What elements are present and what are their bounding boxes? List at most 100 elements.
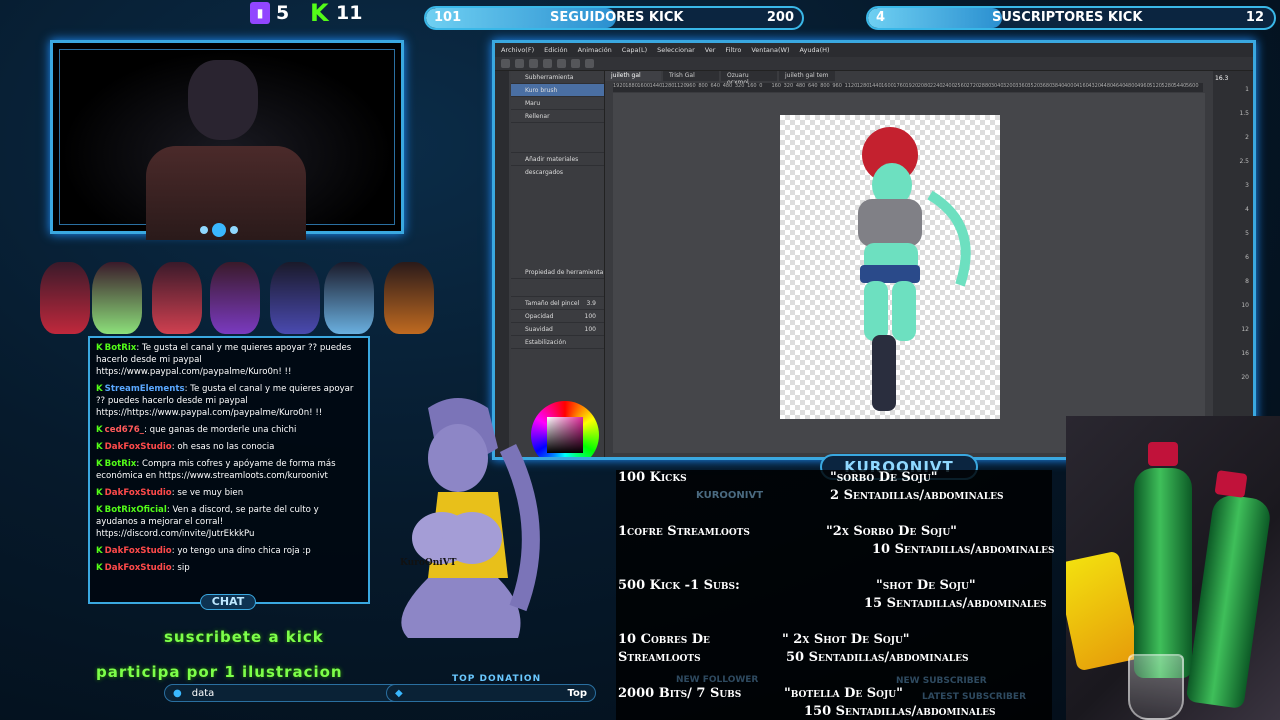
select-icon[interactable] [571, 59, 580, 68]
followers-goal-bar: 101 SEGUIDORES KICK 200 [424, 6, 804, 30]
smoothing-row[interactable]: Suavidad 100 [511, 323, 604, 336]
document-tab[interactable]: Ozuaru ocxmol [721, 71, 777, 86]
brush-item[interactable]: Rellenar [511, 110, 604, 123]
menu-item[interactable]: Ayuda(H) [800, 46, 830, 54]
menu-item[interactable]: Animación [578, 46, 612, 54]
zoom-tick[interactable]: 6 [1213, 254, 1253, 278]
mascot-light-blue [324, 262, 374, 334]
goal-trigger: 500 Kick -1 Subs: [618, 578, 740, 593]
opacity-row[interactable]: Opacidad 100 [511, 310, 604, 323]
dot [212, 223, 226, 237]
ruler-tick: 2880 [978, 83, 992, 89]
chat-message: K DakFoxStudio: oh esas no las conocia [96, 441, 362, 453]
zoom-tick[interactable]: 5 [1213, 230, 1253, 254]
smoothing-value[interactable]: 100 [585, 323, 596, 335]
channel-name-watermark: KUROONIVT [696, 490, 764, 501]
toolbar [495, 57, 1253, 71]
webcam-feed [59, 49, 395, 240]
brush-item[interactable]: Maru [511, 97, 604, 110]
save-icon[interactable] [529, 59, 538, 68]
zoom-tick[interactable]: 1 [1213, 86, 1253, 110]
stabilization-label: Estabilización [511, 336, 604, 349]
chat-username[interactable]: DakFoxStudio [105, 442, 172, 452]
zoom-tick[interactable]: 10 [1213, 302, 1253, 326]
chat-text: : oh esas no las conocia [171, 442, 275, 452]
kick-icon: K [310, 0, 329, 27]
zoom-tick[interactable]: 20 [1213, 374, 1253, 398]
kick-badge-icon: K [96, 488, 103, 498]
top-donation-label: TOP DONATION [452, 674, 542, 684]
zoom-tick[interactable]: 16 [1213, 350, 1253, 374]
undo-icon[interactable] [543, 59, 552, 68]
ruler-tick: 2560 [954, 83, 967, 89]
soju-bottle [1134, 468, 1192, 678]
chat-username[interactable]: ced676_ [105, 425, 144, 435]
zoom-navigator[interactable]: 16.3 1 1.5 2 2.5 3 4 5 6 8 10 12 16 20 [1213, 71, 1253, 457]
ruler-tick: 2720 [966, 83, 980, 89]
ruler-tick: 4320 [1088, 83, 1102, 89]
zoom-tick[interactable]: 4 [1213, 206, 1253, 230]
redo-icon[interactable] [557, 59, 566, 68]
new-icon[interactable] [501, 59, 510, 68]
menu-item[interactable]: Capa(L) [622, 46, 647, 54]
menu-item[interactable]: Edición [544, 46, 568, 54]
shot-glass [1128, 654, 1184, 720]
ruler-tick: 3040 [990, 83, 1004, 89]
color-picker-square[interactable] [547, 417, 583, 453]
goal-reward: "2x Sorbo De Soju" [826, 524, 957, 539]
ruler-tick: 4960 [1137, 83, 1150, 89]
chat-title: CHAT [200, 594, 256, 610]
goal-exercise: 50 Sentadillas/abdominales [786, 650, 969, 665]
promo-line-1: suscribete a kick [164, 628, 324, 646]
zoom-value[interactable]: 16.3 [1213, 71, 1253, 86]
chat-username[interactable]: BotRix [105, 459, 137, 469]
zoom-tick[interactable]: 8 [1213, 278, 1253, 302]
zoom-tick[interactable]: 2.5 [1213, 158, 1253, 182]
ruler-tick: 3680 [1039, 83, 1053, 89]
chat-username[interactable]: DakFoxStudio [105, 488, 172, 498]
snack-bag [1066, 550, 1141, 672]
dot [230, 226, 238, 234]
chat-username[interactable]: BotRixOficial [105, 505, 167, 515]
zoom-tick[interactable]: 2 [1213, 134, 1253, 158]
transform-icon[interactable] [585, 59, 594, 68]
document-tab[interactable]: Trish Gal [663, 71, 719, 81]
menu-item[interactable]: Filtro [725, 46, 741, 54]
zoom-tick[interactable]: 1.5 [1213, 110, 1253, 134]
canvas-area[interactable] [613, 93, 1205, 453]
kick-counter: K 11 [310, 0, 362, 27]
chat-username[interactable]: DakFoxStudio [105, 563, 172, 573]
menu-item[interactable]: Ver [705, 46, 716, 54]
brush-size-row[interactable]: Tamaño del pincel 3.9 [511, 297, 604, 310]
kick-badge-icon: K [96, 505, 103, 515]
opacity-value[interactable]: 100 [585, 310, 596, 322]
ruler-tick: 4480 [1100, 83, 1114, 89]
menu-item[interactable]: Archivo(F) [501, 46, 534, 54]
search-value[interactable]: data [192, 688, 215, 699]
chat-message: K StreamElements: Te gusta el canal y me … [96, 383, 362, 419]
open-icon[interactable] [515, 59, 524, 68]
ruler-tick: 1600 [881, 83, 894, 89]
menu-item[interactable]: Seleccionar [657, 46, 695, 54]
webcam-frame [50, 40, 404, 240]
zoom-tick[interactable]: 12 [1213, 326, 1253, 350]
new-follower-label: NEW FOLLOWER [676, 675, 759, 685]
subs-goal-fill [868, 8, 1002, 28]
brush-item[interactable]: Kuro brush [511, 84, 604, 97]
ruler-tick: 4640 [1112, 83, 1126, 89]
chat-username[interactable]: BotRix [105, 343, 137, 353]
ruler-tick: 3840 [1051, 83, 1065, 89]
drawing-canvas[interactable] [780, 115, 1000, 419]
add-materials[interactable]: Añadir materiales descargados [511, 153, 604, 176]
brush-list: Kuro brush Maru Rellenar [511, 84, 604, 123]
ruler-tick: 640 [710, 83, 721, 89]
document-tab[interactable]: juileth gal [605, 71, 661, 81]
chat-username[interactable]: StreamElements [105, 384, 185, 394]
zoom-tick[interactable]: 3 [1213, 182, 1253, 206]
document-tab[interactable]: juileth gal tem [779, 71, 835, 81]
brush-size-value[interactable]: 3.9 [586, 297, 596, 309]
chat-message: K BotRix: Te gusta el canal y me quieres … [96, 342, 362, 378]
chat-username[interactable]: DakFoxStudio [105, 546, 172, 556]
menu-item[interactable]: Ventana(W) [751, 46, 789, 54]
bottle-cap [1214, 470, 1248, 498]
